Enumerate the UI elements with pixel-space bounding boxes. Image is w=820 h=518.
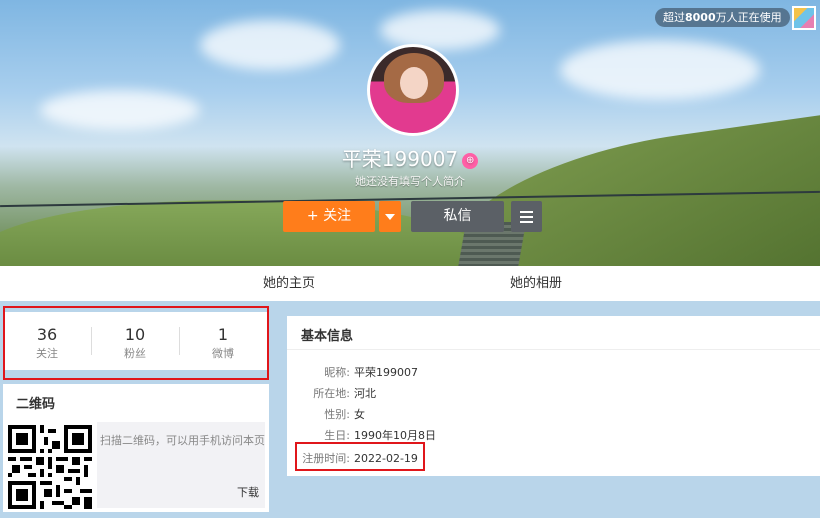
follow-button[interactable]: + 关注 [283, 201, 375, 232]
usage-badge-suffix: 万人正在使用 [715, 11, 782, 24]
usage-badge: 超过8000万人正在使用 [655, 8, 790, 27]
info-row-value: 平荣199007 [354, 366, 418, 379]
menu-icon[interactable] [511, 201, 542, 232]
avatar[interactable] [367, 44, 459, 136]
follow-dropdown-chevron-icon[interactable] [379, 201, 401, 232]
qr-download-link[interactable]: 下载 [237, 484, 259, 500]
usage-badge-prefix: 超过 [663, 11, 685, 24]
registration-highlight-box [295, 442, 425, 471]
app-logo-icon[interactable] [792, 6, 816, 30]
info-row-value: 1990年10月8日 [354, 429, 436, 442]
message-button[interactable]: 私信 [411, 201, 504, 232]
profile-bio: 她还没有填写个人简介 [355, 175, 465, 188]
info-row-nickname: 昵称: 平荣199007 [287, 364, 418, 380]
basic-info-title: 基本信息 [301, 329, 354, 344]
qr-card: 二维码 扫描二维码，可以用手机访问本页 下载 [3, 384, 269, 512]
profile-nickname: 平荣199007 ⊕ [0, 143, 820, 172]
info-row-value: 女 [354, 408, 365, 421]
info-row-label: 性别: [324, 408, 350, 421]
tab-homepage[interactable]: 她的主页 [263, 266, 315, 301]
qr-code-image [8, 425, 92, 509]
usage-badge-count: 8000 [685, 11, 716, 24]
info-row-label: 昵称: [324, 366, 350, 379]
qr-description: 扫描二维码，可以用手机访问本页 [100, 434, 265, 447]
nickname-text: 平荣199007 [341, 147, 459, 171]
qr-info-box: 扫描二维码，可以用手机访问本页 下载 [97, 422, 265, 508]
info-row-value: 河北 [354, 387, 376, 400]
info-row-location: 所在地: 河北 [287, 385, 376, 401]
qr-title: 二维码 [16, 397, 56, 412]
tab-album[interactable]: 她的相册 [510, 266, 562, 301]
info-row-label: 所在地: [313, 387, 350, 400]
stats-highlight-box [3, 306, 269, 380]
info-row-gender: 性别: 女 [287, 406, 365, 422]
info-row-label: 生日: [324, 429, 350, 442]
tab-bar: 她的主页 她的相册 [0, 266, 820, 301]
vip-icon[interactable]: ⊕ [462, 152, 479, 169]
info-row-birthday: 生日: 1990年10月8日 [287, 427, 436, 443]
